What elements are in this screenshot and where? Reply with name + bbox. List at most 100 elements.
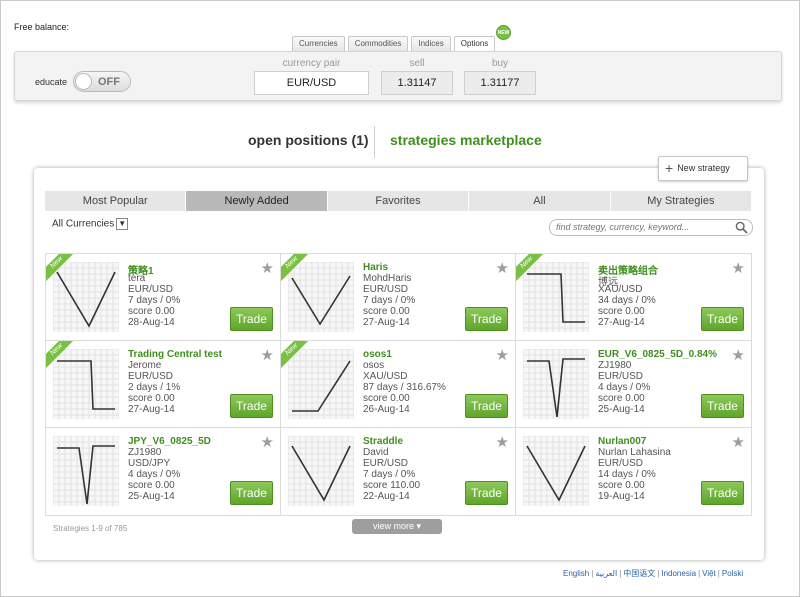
language-separator: | xyxy=(698,569,701,578)
trade-button[interactable]: Trade xyxy=(230,394,273,418)
currency-select-value: All Currencies xyxy=(52,218,115,230)
strategy-tile[interactable]: New Haris MohdHaris EUR/USD 7 days / 0% s… xyxy=(281,254,516,341)
tab-commodities[interactable]: Commodities xyxy=(347,36,409,51)
favorite-star-icon[interactable]: ★ xyxy=(496,259,509,277)
strategy-author: Nurlan Lahasina xyxy=(598,447,671,458)
trade-button[interactable]: Trade xyxy=(701,481,744,505)
strategy-tile[interactable]: New osos1 osos XAU/USD 87 days / 316.67% … xyxy=(281,341,516,428)
payoff-chart xyxy=(523,349,589,419)
educate-toggle[interactable]: OFF xyxy=(73,71,131,92)
language-link[interactable]: Việt xyxy=(702,569,716,578)
open-positions-tab[interactable]: open positions (1) xyxy=(248,132,369,148)
free-balance-label: Free balance: xyxy=(14,22,70,32)
strategy-tile[interactable]: JPY_V6_0825_5D ZJ1980 USD/JPY 4 days / 0… xyxy=(46,428,281,515)
chevron-down-icon: ▾ xyxy=(416,521,422,531)
new-strategy-button[interactable]: + New strategy xyxy=(658,156,748,181)
strategy-count: Strategies 1-9 of 785 xyxy=(53,524,128,533)
strategy-name[interactable]: Nurlan007 xyxy=(598,436,646,447)
strategy-performance: 2 days / 1% xyxy=(128,382,181,393)
language-link[interactable]: العربية xyxy=(595,569,617,578)
view-more-button[interactable]: view more ▾ xyxy=(352,519,442,534)
strategy-author: Jerome xyxy=(128,360,162,371)
sell-price[interactable]: 1.31147 xyxy=(381,71,453,95)
buy-header: buy xyxy=(491,58,509,69)
strategy-name[interactable]: EUR_V6_0825_5D_0.84% xyxy=(598,349,717,360)
trade-button[interactable]: Trade xyxy=(465,307,508,331)
strategy-tile[interactable]: New Trading Central test Jerome EUR/USD 2… xyxy=(46,341,281,428)
strategy-pair: EUR/USD xyxy=(363,284,409,295)
strategy-date: 27-Aug-14 xyxy=(363,317,410,328)
language-link[interactable]: Indonesia xyxy=(661,569,696,578)
tab-currencies[interactable]: Currencies xyxy=(292,36,345,51)
payoff-chart xyxy=(523,262,589,332)
strategy-name[interactable]: Haris xyxy=(363,262,388,273)
plus-icon: + xyxy=(665,160,674,177)
strategy-score: score 0.00 xyxy=(363,393,410,404)
filter-all[interactable]: All xyxy=(469,191,611,211)
favorite-star-icon[interactable]: ★ xyxy=(261,346,274,364)
strategy-author: ZJ1980 xyxy=(598,360,632,371)
search-icon[interactable] xyxy=(735,221,748,234)
payoff-chart xyxy=(53,349,119,419)
trade-button[interactable]: Trade xyxy=(465,481,508,505)
new-strategy-label: New strategy xyxy=(677,163,730,173)
strategy-tile[interactable]: Straddle David EUR/USD 7 days / 0% score… xyxy=(281,428,516,515)
strategy-score: score 0.00 xyxy=(128,480,175,491)
strategy-name[interactable]: osos1 xyxy=(363,349,392,360)
trade-button[interactable]: Trade xyxy=(701,394,744,418)
options-new-badge: NEW xyxy=(496,25,511,40)
trade-button[interactable]: Trade xyxy=(701,307,744,331)
chevron-down-icon: ▼ xyxy=(116,218,129,230)
filter-most-popular[interactable]: Most Popular xyxy=(45,191,187,211)
strategy-date: 28-Aug-14 xyxy=(128,317,175,328)
payoff-chart xyxy=(288,436,354,506)
currency-select[interactable]: All Currencies ▼ xyxy=(52,218,129,230)
favorite-star-icon[interactable]: ★ xyxy=(261,259,274,277)
favorite-star-icon[interactable]: ★ xyxy=(496,433,509,451)
currency-pair-value[interactable]: EUR/USD xyxy=(254,71,369,95)
strategy-date: 25-Aug-14 xyxy=(128,491,175,502)
strategy-name[interactable]: JPY_V6_0825_5D xyxy=(128,436,211,447)
favorite-star-icon[interactable]: ★ xyxy=(732,346,745,364)
filter-newly-added[interactable]: Newly Added xyxy=(186,191,328,211)
view-more-label: view more xyxy=(372,521,414,531)
language-links: English | العربية | 中国语文 | Indonesia | Việt | Pols… xyxy=(563,568,743,579)
strategy-date: 25-Aug-14 xyxy=(598,404,645,415)
strategy-tile[interactable]: EUR_V6_0825_5D_0.84% ZJ1980 EUR/USD 4 da… xyxy=(516,341,751,428)
filter-my-strategies[interactable]: My Strategies xyxy=(611,191,753,211)
strategy-score: score 0.00 xyxy=(128,393,175,404)
favorite-star-icon[interactable]: ★ xyxy=(732,433,745,451)
filter-favorites[interactable]: Favorites xyxy=(328,191,470,211)
buy-price[interactable]: 1.31177 xyxy=(464,71,536,95)
strategy-search[interactable] xyxy=(549,219,753,236)
strategy-name[interactable]: Trading Central test xyxy=(128,349,222,360)
strategy-pair: EUR/USD xyxy=(363,458,409,469)
language-link[interactable]: 中国语文 xyxy=(623,569,655,578)
favorite-star-icon[interactable]: ★ xyxy=(732,259,745,277)
strategy-tile[interactable]: New 策略1 tera EUR/USD 7 days / 0% score 0.… xyxy=(46,254,281,341)
language-link[interactable]: English xyxy=(563,569,589,578)
trade-panel: educate OFF currency pair EUR/USD sell 1… xyxy=(14,51,782,101)
tab-options[interactable]: Options xyxy=(453,36,496,51)
strategy-tile[interactable]: New 卖出策略组合 博远 XAU/USD 34 days / 0% score … xyxy=(516,254,751,341)
trade-button[interactable]: Trade xyxy=(230,481,273,505)
strategy-date: 19-Aug-14 xyxy=(598,491,645,502)
filter-tabs: Most Popular Newly Added Favorites All M… xyxy=(45,191,753,211)
strategy-tile[interactable]: Nurlan007 Nurlan Lahasina EUR/USD 14 day… xyxy=(516,428,751,515)
strategy-date: 27-Aug-14 xyxy=(598,317,645,328)
favorite-star-icon[interactable]: ★ xyxy=(261,433,274,451)
trade-button[interactable]: Trade xyxy=(465,394,508,418)
strategy-name[interactable]: Straddle xyxy=(363,436,403,447)
strategies-marketplace-tab[interactable]: strategies marketplace xyxy=(390,132,542,148)
section-divider xyxy=(374,126,375,158)
language-link[interactable]: Polski xyxy=(722,569,743,578)
favorite-star-icon[interactable]: ★ xyxy=(496,346,509,364)
currency-pair-header: currency pair xyxy=(282,58,341,69)
trade-button[interactable]: Trade xyxy=(230,307,273,331)
language-separator: | xyxy=(619,569,622,578)
search-input[interactable] xyxy=(556,222,736,232)
sell-header: sell xyxy=(409,58,425,69)
asset-tabs: Currencies Commodities Indices Options N… xyxy=(292,25,511,51)
tab-indices[interactable]: Indices xyxy=(411,36,451,51)
strategy-date: 26-Aug-14 xyxy=(363,404,410,415)
